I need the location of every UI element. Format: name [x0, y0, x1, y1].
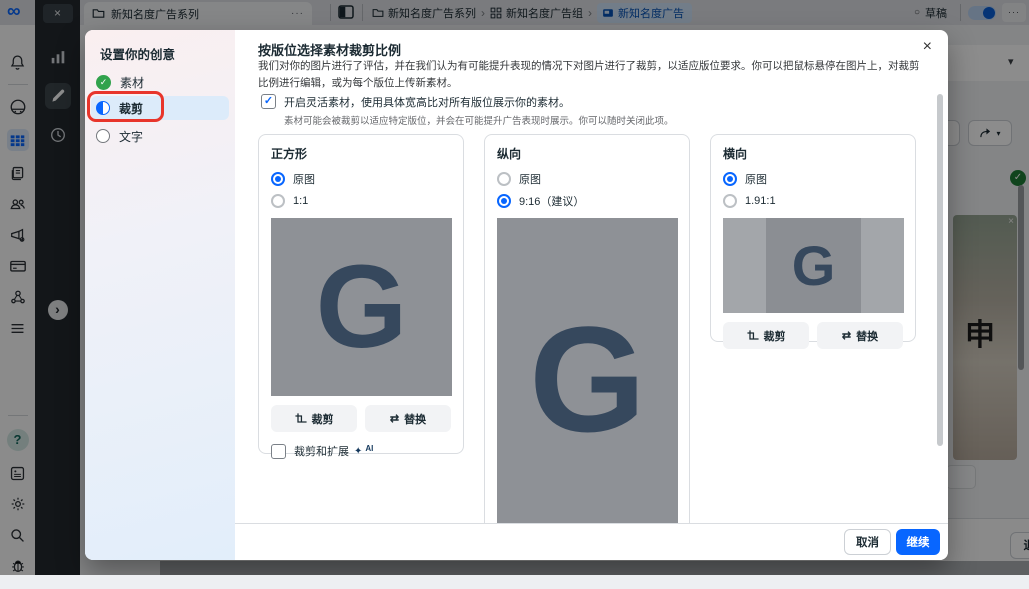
flexible-media-sublabel: 素材可能会被裁剪以适应特定版位，并会在可能提升广告表现时展示。你可以随时关闭此项…	[284, 113, 674, 127]
modal-title: 按版位选择素材裁剪比例	[258, 40, 401, 59]
placement-card-vertical: 纵向 原图 9:16（建议） G	[484, 134, 690, 554]
crop-expand-ai-option[interactable]: 裁剪和扩展 ✦ AI	[271, 443, 451, 459]
swap-icon: ⇄	[390, 412, 399, 425]
step-todo-icon	[96, 129, 110, 143]
media-preview-horizontal[interactable]: G	[723, 218, 904, 313]
ratio-option-1-1[interactable]: 1:1	[271, 190, 451, 212]
close-icon[interactable]: ×	[923, 38, 932, 56]
step-label: 裁剪	[119, 100, 143, 117]
ratio-option-original[interactable]: 原图	[497, 168, 677, 190]
creative-steps-panel: 设置你的创意 ✓ 素材 裁剪 文字	[85, 30, 235, 560]
swap-icon: ⇄	[842, 329, 851, 342]
step-in-progress-icon	[96, 101, 110, 115]
ai-sparkle-icon: ✦	[354, 446, 362, 457]
cancel-button[interactable]: 取消	[844, 529, 891, 555]
placement-card-horizontal: 横向 原图 1.91:1 G	[710, 134, 916, 342]
card-title: 纵向	[497, 145, 677, 162]
modal-description: 我们对你的图片进行了评估，并在我们认为有可能提升表现的情况下对图片进行了裁剪，以…	[258, 58, 926, 92]
steps-panel-title: 设置你的创意	[100, 44, 175, 63]
replace-button[interactable]: ⇄ 替换	[365, 405, 451, 432]
media-center: G	[766, 218, 861, 313]
letterbox-bar	[723, 218, 766, 313]
step-done-check-icon: ✓	[96, 75, 111, 90]
modal-footer: 取消 继续	[235, 523, 948, 560]
step-material[interactable]: ✓ 素材	[91, 70, 229, 94]
radio-selected[interactable]	[271, 172, 285, 186]
replace-button[interactable]: ⇄ 替换	[817, 322, 903, 349]
ads-manager-app: ∞ 新知名度广告系列 ··· 新知名度广告系列 › 新知名度广告组 ›	[0, 0, 1029, 575]
card-title: 正方形	[271, 145, 451, 162]
step-text[interactable]: 文字	[91, 124, 229, 148]
ratio-option-original[interactable]: 原图	[271, 168, 451, 190]
continue-button[interactable]: 继续	[896, 529, 940, 555]
modal-content: 按版位选择素材裁剪比例 我们对你的图片进行了评估，并在我们认为有可能提升表现的情…	[235, 30, 948, 560]
crop-icon	[747, 330, 759, 342]
ratio-option-9-16[interactable]: 9:16（建议）	[497, 190, 677, 212]
radio-unselected[interactable]	[497, 172, 511, 186]
media-preview-vertical[interactable]: G	[497, 218, 678, 540]
card-title: 横向	[723, 145, 903, 162]
radio-selected[interactable]	[497, 194, 511, 208]
screen: ∞ 新知名度广告系列 ··· 新知名度广告系列 › 新知名度广告组 ›	[0, 0, 1029, 589]
crop-expand-checkbox[interactable]	[271, 444, 286, 459]
window-bottom-margin	[0, 575, 1029, 589]
step-label: 文字	[119, 128, 143, 145]
ratio-option-1-91-1[interactable]: 1.91:1	[723, 190, 903, 212]
ratio-option-original[interactable]: 原图	[723, 168, 903, 190]
media-preview-square[interactable]: G	[271, 218, 452, 396]
step-label: 素材	[120, 74, 144, 91]
flexible-media-option[interactable]: ✓ 开启灵活素材，使用具体宽高比对所有版位展示你的素材。 素材可能会被裁剪以适应…	[261, 94, 674, 127]
ai-badge: AI	[365, 444, 373, 453]
crop-button[interactable]: 裁剪	[723, 322, 809, 349]
radio-unselected[interactable]	[271, 194, 285, 208]
step-crop[interactable]: 裁剪	[91, 96, 229, 120]
modal-scrollbar[interactable]	[937, 94, 943, 446]
crop-button[interactable]: 裁剪	[271, 405, 357, 432]
radio-unselected[interactable]	[723, 194, 737, 208]
placement-card-square: 正方形 原图 1:1 G 裁剪	[258, 134, 464, 454]
flexible-media-label: 开启灵活素材，使用具体宽高比对所有版位展示你的素材。	[284, 94, 674, 110]
flexible-media-checkbox[interactable]: ✓	[261, 94, 276, 109]
crop-ratio-modal: 设置你的创意 ✓ 素材 裁剪 文字 按版位选择素材裁剪比例 我们对你的图片进行了…	[85, 30, 948, 560]
letterbox-bar	[861, 218, 904, 313]
crop-icon	[295, 413, 307, 425]
radio-selected[interactable]	[723, 172, 737, 186]
